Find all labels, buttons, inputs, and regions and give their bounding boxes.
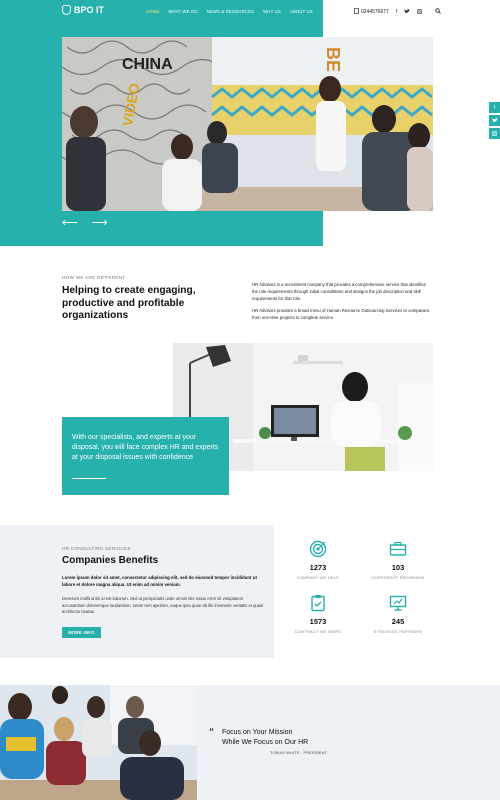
next-slide-arrow-icon[interactable]: ⟶ xyxy=(92,216,108,229)
quote-line-1: Focus on Your Mission xyxy=(222,729,293,736)
stat-companies: 1273 COMPANY WE HELP xyxy=(278,540,358,580)
stat-programs: 103 CORPORATE PROGRAMS xyxy=(358,540,438,580)
nav-item-why-us[interactable]: WHY US xyxy=(263,9,281,14)
benefits-lead: Lorem ipsum dolor sit amet, consectetur … xyxy=(62,575,257,587)
testimonial-author: TOBIAS WHITE - PRESIDENT xyxy=(270,751,328,755)
twitter-share-icon[interactable] xyxy=(489,115,500,126)
svg-text:BE: BE xyxy=(323,47,343,72)
twitter-icon[interactable] xyxy=(404,8,411,16)
intro-description: HR Advisors is a recruitment company tha… xyxy=(252,281,432,326)
brand-logo[interactable]: BPO IT xyxy=(62,5,104,15)
header-contact: 0244576677 f xyxy=(354,7,442,16)
more-info-button[interactable]: MORE INFO xyxy=(62,627,101,638)
instagram-icon[interactable] xyxy=(417,8,423,16)
stat-label: CORPORATE PROGRAMS xyxy=(371,575,425,580)
facebook-share-icon[interactable]: f xyxy=(489,102,500,113)
callout-text: With our specialists, and experts at you… xyxy=(72,434,219,461)
phone-link[interactable]: 0244576677 xyxy=(354,7,389,16)
presentation-icon xyxy=(389,594,407,612)
phone-number: 0244576677 xyxy=(361,9,389,15)
facebook-icon[interactable]: f xyxy=(396,9,397,15)
top-navigation: BPO IT HOME WHAT WE DO NEWS & RESOURCES … xyxy=(0,0,500,24)
nav-item-about-us[interactable]: ABOUT US xyxy=(290,9,313,14)
brand-name: BPO IT xyxy=(74,5,105,15)
nav-item-home[interactable]: HOME xyxy=(146,9,159,14)
stat-number: 245 xyxy=(391,617,405,626)
intro-title: Helping to create engaging, productive a… xyxy=(62,285,196,321)
hero-image: CHINA VIDEO BE xyxy=(62,37,433,211)
shield-logo-icon xyxy=(62,5,71,15)
stat-label: CONTRACT WE WORK xyxy=(294,629,342,634)
svg-text:CHINA: CHINA xyxy=(122,56,173,73)
team-image xyxy=(0,685,197,800)
briefcase-icon xyxy=(389,540,407,558)
benefits-eyebrow: HR CONSULTING SERVICES xyxy=(62,546,131,551)
nav-item-news-resources[interactable]: NEWS & RESOURCES xyxy=(207,9,254,14)
floating-social-bar: f xyxy=(489,102,500,139)
quote-line-2: While We Focus on Our HR xyxy=(222,739,309,746)
main-menu: HOME WHAT WE DO NEWS & RESOURCES WHY US … xyxy=(146,9,313,14)
benefits-text: Deserunt mollit anim id est laborum. Sed… xyxy=(62,596,264,614)
stat-number: 103 xyxy=(391,563,405,572)
benefits-title: Companies Benefits xyxy=(62,555,159,566)
testimonial-quote: Focus on Your Mission While We Focus on … xyxy=(222,728,308,748)
stat-contracts: 1573 CONTRACT WE WORK xyxy=(278,594,358,634)
target-icon xyxy=(309,540,327,558)
quote-icon: “ xyxy=(209,727,214,738)
stat-label: STRATEGIC PARTNERS xyxy=(373,629,423,634)
callout-divider xyxy=(72,478,106,479)
nav-item-what-we-do[interactable]: WHAT WE DO xyxy=(168,9,197,14)
clipboard-icon xyxy=(309,594,327,612)
previous-slide-arrow-icon[interactable]: ⟵ xyxy=(62,216,78,229)
intro-paragraph-1: HR Advisors is a recruitment company tha… xyxy=(252,282,426,301)
intro-paragraph-2: HR Advisors provides a broad menu of Hum… xyxy=(252,308,431,320)
stat-partners: 245 STRATEGIC PARTNERS xyxy=(358,594,438,634)
intro-eyebrow: HOW WE ARE DIFFERENT xyxy=(62,275,126,280)
benefits-panel xyxy=(0,525,274,658)
stat-number: 1573 xyxy=(309,617,327,626)
slider-controls: ⟵ ⟶ xyxy=(62,216,108,229)
search-icon[interactable] xyxy=(435,8,442,16)
callout-box: With our specialists, and experts at you… xyxy=(62,417,229,495)
stat-number: 1273 xyxy=(309,563,327,572)
stat-label: COMPANY WE HELP xyxy=(297,575,339,580)
instagram-share-icon[interactable] xyxy=(489,128,500,139)
phone-icon xyxy=(354,7,359,16)
